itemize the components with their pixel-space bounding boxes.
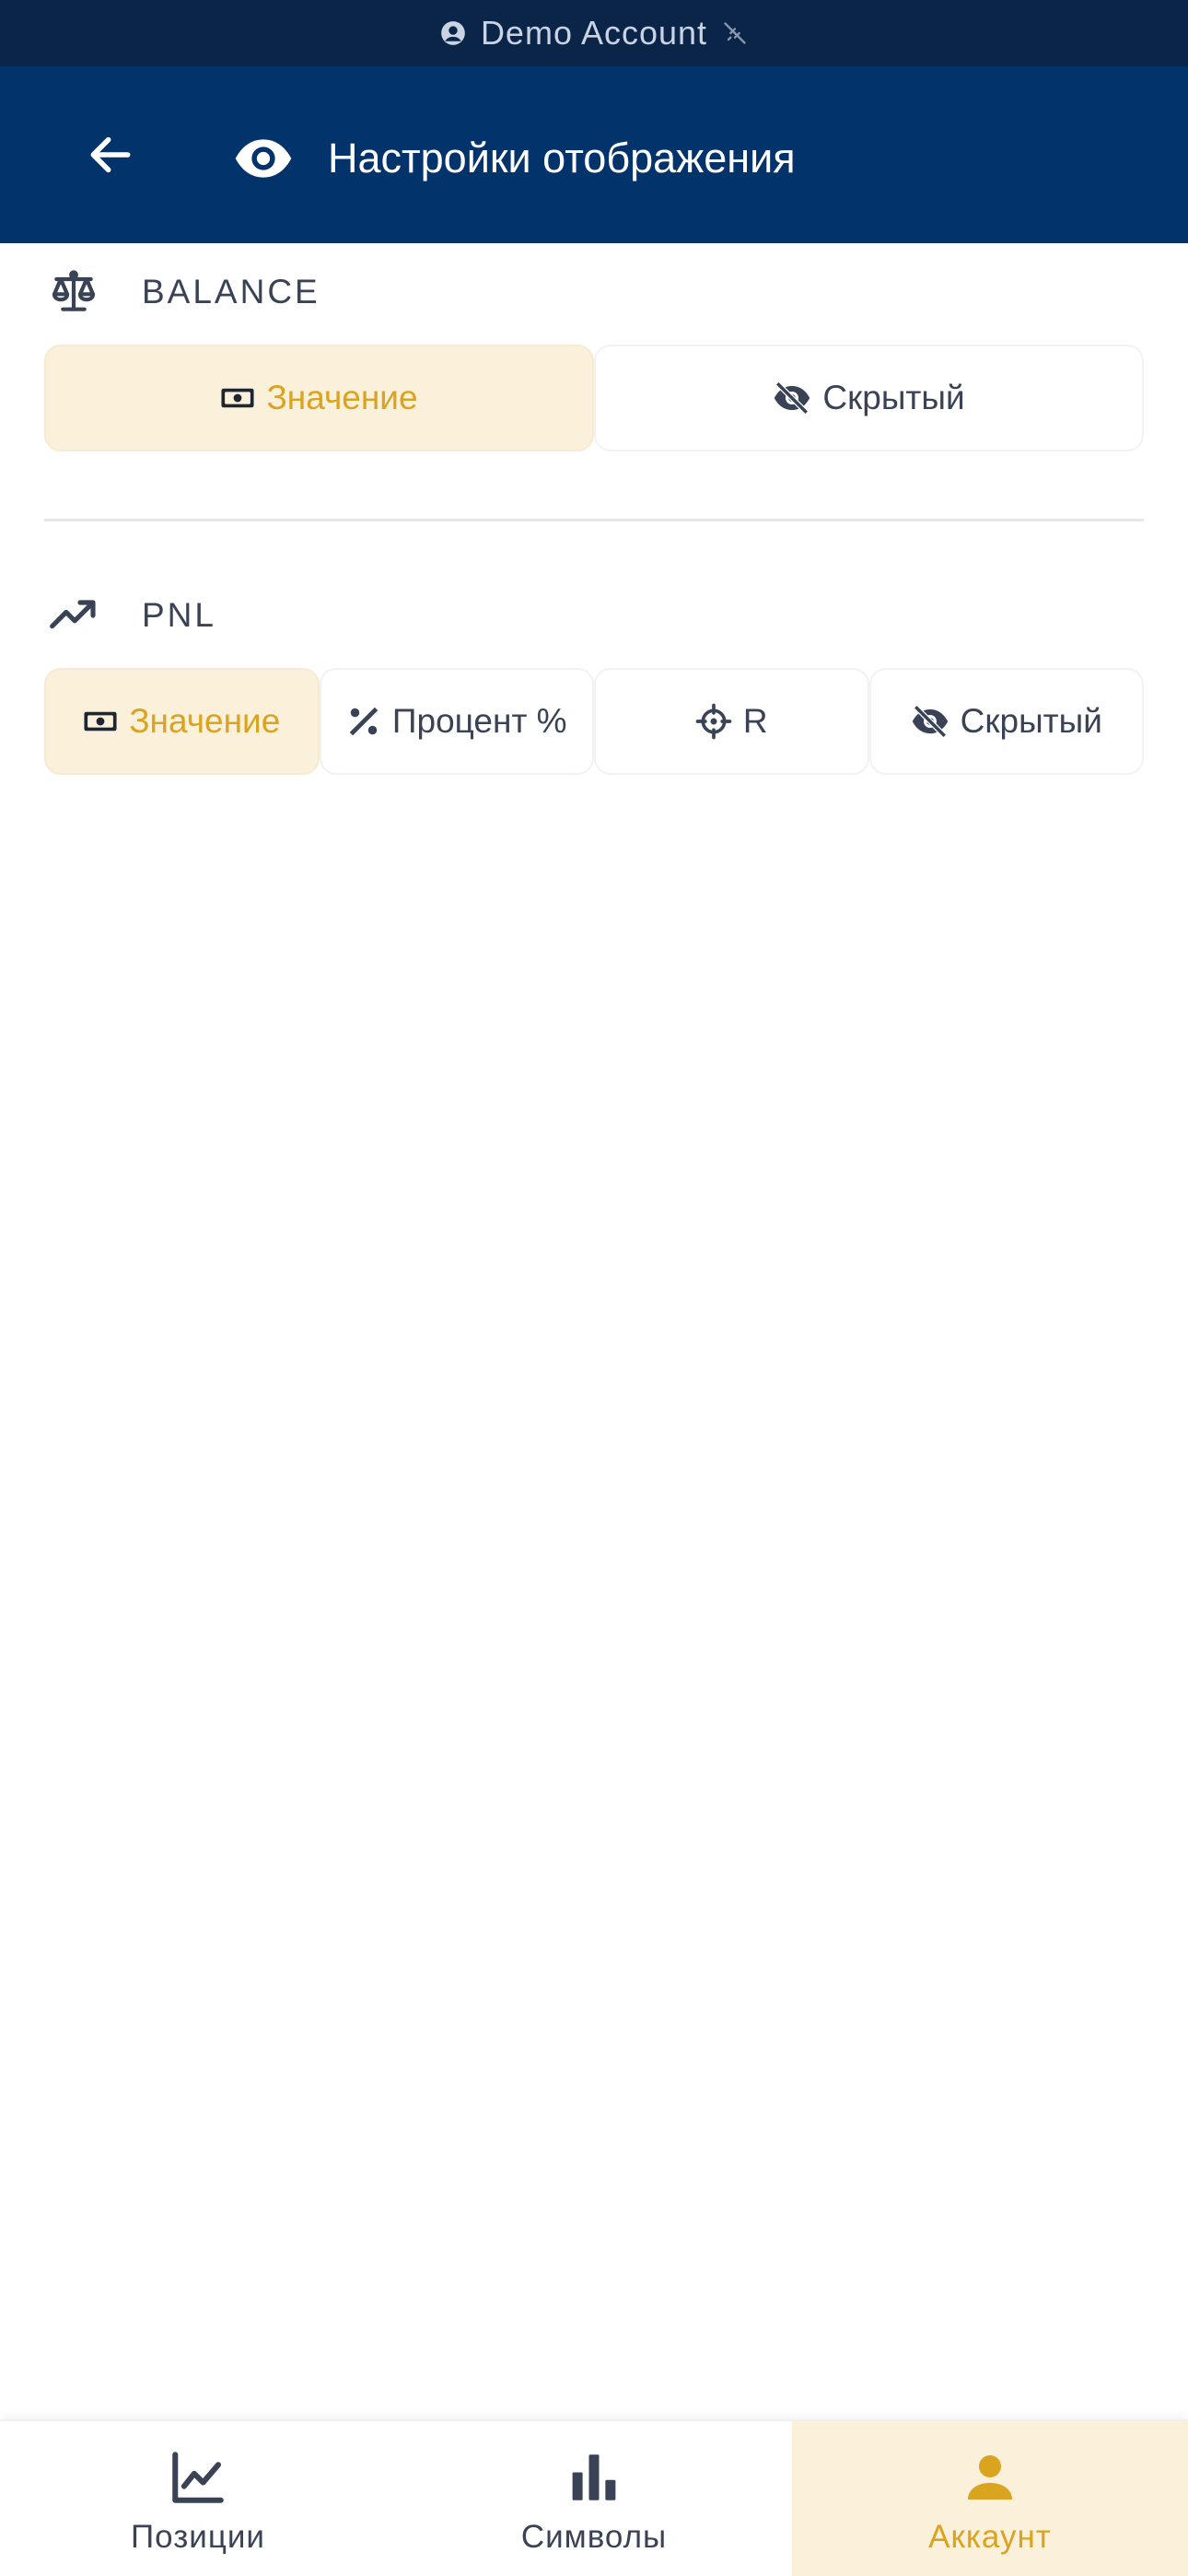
pnl-option-percent-label: Процент %	[391, 702, 567, 740]
pnl-options: Значение Процент % R Скрытый	[44, 668, 1144, 775]
pnl-option-percent[interactable]: Процент %	[319, 668, 594, 775]
trending-up-icon	[44, 586, 103, 645]
nav-item-symbols-label: Символы	[520, 2519, 668, 2555]
no-signal-icon	[722, 20, 748, 46]
account-circle-icon	[440, 20, 466, 46]
percent-icon	[346, 704, 381, 739]
scale-icon	[44, 263, 103, 322]
eye-icon	[228, 123, 298, 193]
arrow-left-icon	[85, 129, 136, 185]
status-bar: Demo Account	[0, 0, 1188, 66]
crosshair-icon	[695, 703, 732, 740]
line-chart-icon	[168, 2445, 228, 2510]
nav-item-account[interactable]: Аккаунт	[792, 2421, 1188, 2576]
pnl-option-hidden-label: Скрытый	[960, 702, 1102, 740]
nav-item-positions-label: Позиции	[131, 2519, 265, 2555]
pnl-option-value[interactable]: Значение	[44, 668, 320, 775]
balance-section-header: BALANCE	[44, 259, 320, 325]
pnl-option-hidden[interactable]: Скрытый	[868, 668, 1144, 775]
nav-item-symbols[interactable]: Символы	[396, 2421, 792, 2576]
pnl-option-r-label: R	[742, 702, 768, 740]
balance-option-value-label: Значение	[266, 379, 418, 416]
balance-option-hidden[interactable]: Скрытый	[594, 345, 1144, 451]
pnl-option-r[interactable]: R	[594, 668, 869, 775]
pnl-section-header: PNL	[44, 582, 216, 649]
nav-item-positions[interactable]: Позиции	[0, 2421, 396, 2576]
page-title: Настройки отображения	[328, 135, 796, 181]
section-divider	[44, 519, 1144, 521]
banknote-icon	[83, 708, 118, 735]
bar-chart-icon	[564, 2445, 624, 2510]
user-icon	[961, 2445, 1019, 2510]
banknote-icon	[220, 384, 255, 412]
eye-off-icon	[911, 702, 949, 741]
bottom-navigation: Позиции Символы Аккаунт	[0, 2419, 1188, 2576]
app-header: Настройки отображения	[0, 66, 1188, 243]
balance-option-value[interactable]: Значение	[44, 345, 594, 451]
back-button[interactable]	[74, 120, 147, 193]
pnl-option-value-label: Значение	[129, 702, 281, 740]
balance-option-hidden-label: Скрытый	[822, 379, 965, 416]
pnl-label: PNL	[142, 596, 216, 634]
eye-off-icon	[773, 379, 811, 417]
nav-item-account-label: Аккаунт	[928, 2519, 1052, 2555]
balance-label: BALANCE	[142, 273, 320, 310]
account-label: Demo Account	[480, 14, 708, 52]
balance-options: Значение Скрытый	[44, 345, 1144, 451]
